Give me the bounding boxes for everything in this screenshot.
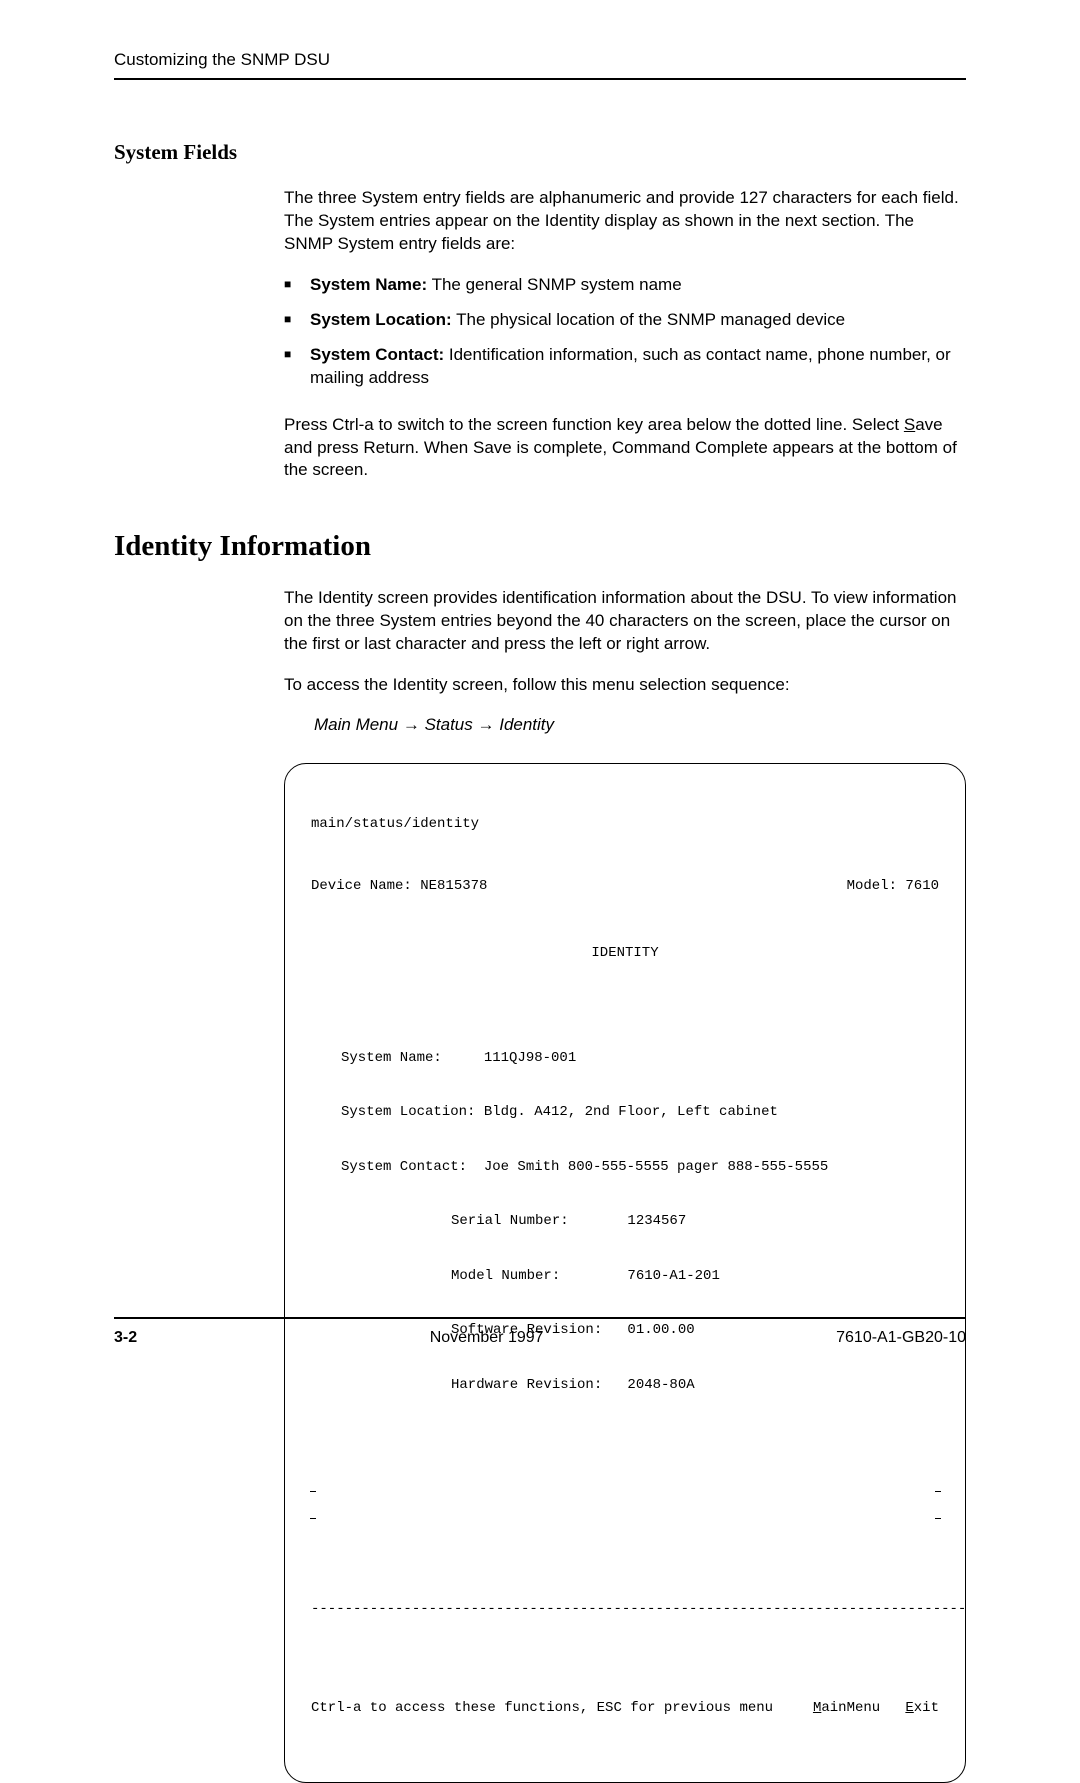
terminal-notch — [310, 1491, 316, 1505]
arrow-icon: → — [477, 715, 499, 734]
content: System Fields The three System entry fie… — [114, 140, 966, 1783]
terminal-bottom-actions: MainMenu Exit — [813, 1699, 939, 1717]
running-header: Customizing the SNMP DSU — [114, 50, 966, 80]
bullet-marker-icon: ■ — [284, 274, 310, 297]
terminal-system-name: System Name: 111QJ98-001 — [341, 1049, 939, 1067]
terminal-notch — [310, 1505, 316, 1519]
bullet-list: ■ System Name: The general SNMP system n… — [284, 274, 966, 390]
terminal-screen: main/status/identity Device Name: NE8153… — [284, 763, 966, 1782]
bullet-rest: The physical location of the SNMP manage… — [452, 310, 845, 329]
footer-date: November 1997 — [430, 1329, 544, 1347]
identity-paragraph-2: To access the Identity screen, follow th… — [284, 674, 966, 697]
terminal-bottom-help: Ctrl-a to access these functions, ESC fo… — [311, 1699, 773, 1717]
terminal-device-name: Device Name: NE815378 — [311, 877, 487, 895]
footer-docid: 7610-A1-GB20-10 — [836, 1329, 966, 1347]
bullet-marker-icon: ■ — [284, 344, 310, 390]
terminal-divider: ----------------------------------------… — [311, 1600, 939, 1618]
terminal-hardware-revision: Hardware Revision: 2048-80A — [451, 1376, 939, 1394]
section-title-system-fields: System Fields — [114, 140, 966, 165]
bullet-marker-icon: ■ — [284, 309, 310, 332]
underlined-s: S — [904, 415, 915, 434]
terminal-notch — [935, 1491, 941, 1505]
after-bullets-paragraph: Press Ctrl-a to switch to the screen fun… — [284, 414, 966, 483]
bullet-bold: System Contact: — [310, 345, 444, 364]
terminal-notch — [935, 1505, 941, 1519]
bullet-item: ■ System Name: The general SNMP system n… — [284, 274, 966, 297]
terminal-model: Model: 7610 — [847, 877, 939, 895]
bullet-item: ■ System Contact: Identification informa… — [284, 344, 966, 390]
bullet-bold: System Location: — [310, 310, 452, 329]
bullet-rest: The general SNMP system name — [427, 275, 682, 294]
identity-paragraph-1: The Identity screen provides identificat… — [284, 587, 966, 656]
terminal-system-contact: System Contact: Joe Smith 800-555-5555 p… — [341, 1158, 939, 1176]
terminal-model-number: Model Number: 7610-A1-201 — [451, 1267, 939, 1285]
terminal-system-location: System Location: Bldg. A412, 2nd Floor, … — [341, 1103, 939, 1121]
bullet-item: ■ System Location: The physical location… — [284, 309, 966, 332]
terminal-title: IDENTITY — [311, 944, 939, 962]
page-number: 3-2 — [114, 1329, 137, 1347]
terminal-serial-number: Serial Number: 1234567 — [451, 1212, 939, 1230]
intro-paragraph: The three System entry fields are alphan… — [284, 187, 966, 256]
section-title-identity-information: Identity Information — [114, 530, 966, 563]
page-footer: 3-2 November 1997 7610-A1-GB20-10 — [114, 1317, 966, 1347]
menu-path: Main Menu → Status → Identity — [314, 715, 966, 735]
bullet-bold: System Name: — [310, 275, 427, 294]
terminal-breadcrumb: main/status/identity — [311, 815, 939, 833]
arrow-icon: → — [403, 715, 425, 734]
